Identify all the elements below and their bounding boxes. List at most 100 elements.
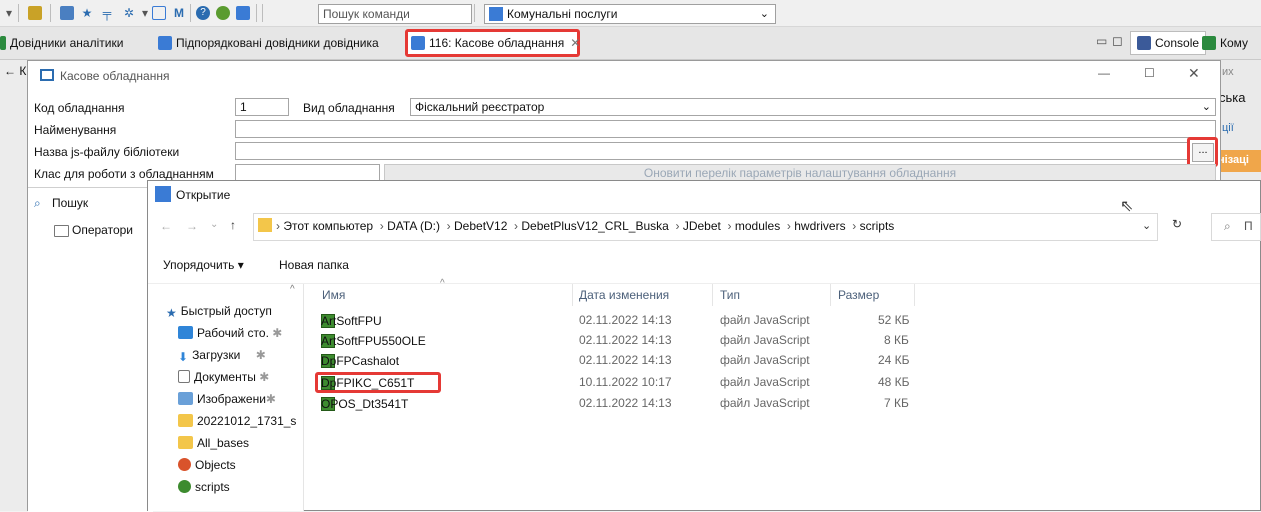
maximize-icon[interactable]: ◻	[1112, 33, 1123, 49]
pin-icon: ✱	[265, 392, 276, 406]
chevron-down-icon[interactable]: ⌄	[760, 5, 769, 23]
column-separator[interactable]	[914, 284, 915, 306]
tree-search-label[interactable]: Пошук	[52, 196, 88, 210]
breadcrumb-item[interactable]: scripts	[860, 219, 895, 233]
column-separator[interactable]	[572, 284, 573, 306]
window-titlebar: Касове обладнання — ☐ ✕	[28, 61, 1220, 91]
user-icon[interactable]	[28, 6, 42, 20]
minimize-button[interactable]: —	[1098, 66, 1110, 80]
column-header-type[interactable]: Тип	[720, 284, 740, 306]
globe-icon[interactable]	[216, 6, 230, 20]
breadcrumb-item[interactable]: JDebet	[683, 219, 721, 233]
back-arrow-icon[interactable]: ←	[160, 219, 172, 233]
breadcrumb-item[interactable]: hwdrivers	[794, 219, 845, 233]
nav-label: Objects	[195, 458, 236, 472]
pin-icon[interactable]: ╤	[100, 6, 114, 20]
column-header-size[interactable]: Размер	[838, 284, 879, 306]
refresh-button-label: Оновити перелік параметрів налаштування …	[643, 166, 957, 180]
nav-folder-20221012[interactable]: 20221012_1731_s	[178, 414, 296, 428]
chart-icon[interactable]: M	[172, 6, 186, 20]
close-icon[interactable]: ✕	[570, 36, 580, 50]
mail-icon[interactable]	[152, 6, 166, 20]
sort-ascending-icon: ^	[440, 278, 445, 289]
breadcrumb-item[interactable]: DATA (D:)	[387, 219, 440, 233]
column-header-name[interactable]: Имя	[322, 284, 345, 306]
chevron-down-icon[interactable]: ⌄	[1202, 99, 1211, 115]
file-type: файл JavaScript	[720, 375, 810, 389]
image-icon[interactable]	[236, 6, 250, 20]
minimize-icon[interactable]: ▭	[1096, 34, 1107, 48]
nav-pictures[interactable]: Изображени✱	[178, 392, 276, 406]
nav-label: All_bases	[197, 436, 250, 450]
tab-cash-equipment[interactable]: 116: Касове обладнання ✕	[411, 31, 580, 55]
nav-objects[interactable]: Objects	[178, 458, 236, 472]
tab-icon	[1202, 36, 1216, 50]
search-icon: ⌕	[1224, 219, 1231, 233]
nav-quick-access[interactable]: ★ Быстрый доступ	[166, 304, 272, 320]
column-separator[interactable]	[712, 284, 713, 306]
type-select[interactable]: Фіскальний реєстратор ⌄	[410, 98, 1216, 116]
file-row-selected[interactable]: DpFPIKC_C651T 10.11.2022 10:17 файл Java…	[318, 374, 918, 392]
file-name: ArtSoftFPU	[321, 314, 382, 328]
star-icon[interactable]: ★	[80, 6, 94, 20]
toolbar-separator	[50, 4, 51, 22]
file-date: 02.11.2022 14:13	[579, 396, 672, 410]
nav-downloads[interactable]: ⬇ Загрузки ✱	[178, 348, 266, 364]
window-icon	[40, 69, 54, 81]
column-header-date[interactable]: Дата изменения	[579, 284, 669, 306]
tab-subordinate[interactable]: Підпорядковані довідники довідника	[158, 31, 379, 55]
new-folder-button[interactable]: Новая папка	[279, 258, 349, 272]
file-row[interactable]: DpFPCashalot 02.11.2022 14:13 файл JavaS…	[318, 352, 918, 370]
tab-analytics[interactable]: Довідники аналітики	[0, 31, 123, 55]
settings-icon[interactable]: ✲	[122, 6, 136, 20]
breadcrumb-item[interactable]: modules	[735, 219, 780, 233]
refresh-icon[interactable]: ↻	[1172, 217, 1182, 231]
js-file-field[interactable]	[235, 142, 1190, 160]
help-icon[interactable]: ?	[196, 6, 210, 20]
folder-icon	[178, 436, 193, 449]
breadcrumb-item[interactable]: DebetV12	[454, 219, 507, 233]
close-button[interactable]: ✕	[1188, 65, 1200, 82]
column-separator[interactable]	[830, 284, 831, 306]
nav-scripts[interactable]: scripts	[178, 480, 230, 494]
tab-icon	[158, 36, 172, 50]
save-icon[interactable]	[60, 6, 74, 20]
search-icon[interactable]: ⌕	[34, 196, 41, 211]
js-file-label: Назва js-файлу бібліотеки	[34, 145, 180, 159]
address-dropdown-icon[interactable]: ⌄	[1142, 219, 1151, 232]
breadcrumb-item[interactable]: Этот компьютер	[283, 219, 373, 233]
nav-label: Рабочий сто.	[197, 326, 269, 340]
left-truncated-label: ← К	[4, 64, 27, 78]
breadcrumb-item[interactable]: DebetPlusV12_CRL_Buska	[521, 219, 668, 233]
name-field[interactable]	[235, 120, 1216, 138]
browse-button[interactable]: ...	[1192, 143, 1214, 162]
tab-truncated[interactable]: Кому	[1202, 31, 1248, 55]
nav-all-bases[interactable]: All_bases	[178, 436, 249, 450]
right-panel-button-label: нізаці	[1218, 154, 1249, 166]
dialog-search-input[interactable]: ⌕ П	[1211, 213, 1261, 241]
up-arrow-icon[interactable]: ↑	[230, 218, 236, 232]
code-field[interactable]: 1	[235, 98, 289, 116]
command-search-input[interactable]: Пошук команди	[318, 4, 472, 24]
forward-arrow-icon[interactable]: →	[186, 219, 198, 233]
maximize-button[interactable]: ☐	[1144, 66, 1155, 80]
dropdown-arrow-icon[interactable]: ▾	[2, 6, 16, 20]
tree-item-operators[interactable]: Оператори	[72, 223, 133, 237]
file-row[interactable]: ArtSoftFPU 02.11.2022 14:13 файл JavaScr…	[318, 312, 918, 330]
pictures-icon	[178, 392, 193, 405]
file-date: 02.11.2022 14:13	[579, 333, 672, 347]
pin-icon: ✱	[255, 348, 266, 362]
nav-desktop[interactable]: Рабочий сто. ✱	[178, 326, 282, 340]
file-row[interactable]: ArtSoftFPU550OLE 02.11.2022 14:13 файл J…	[318, 332, 918, 350]
toolbar-separator	[256, 4, 257, 22]
star-icon: ★	[166, 306, 177, 320]
scroll-up-icon[interactable]: ^	[290, 284, 295, 295]
organize-button[interactable]: Упорядочить ▾	[163, 258, 244, 272]
right-panel-text: ції	[1222, 122, 1234, 134]
tab-console[interactable]: Console	[1130, 31, 1207, 55]
nav-documents[interactable]: Документы ✱	[178, 370, 269, 384]
document-combo[interactable]: Комунальні послуги ⌄	[484, 4, 776, 24]
settings-dropdown-icon[interactable]: ▾	[138, 6, 152, 20]
file-row[interactable]: OPOS_Dt3541T 02.11.2022 14:13 файл JavaS…	[318, 395, 918, 413]
recent-dropdown-icon[interactable]: ⌄	[210, 219, 218, 230]
